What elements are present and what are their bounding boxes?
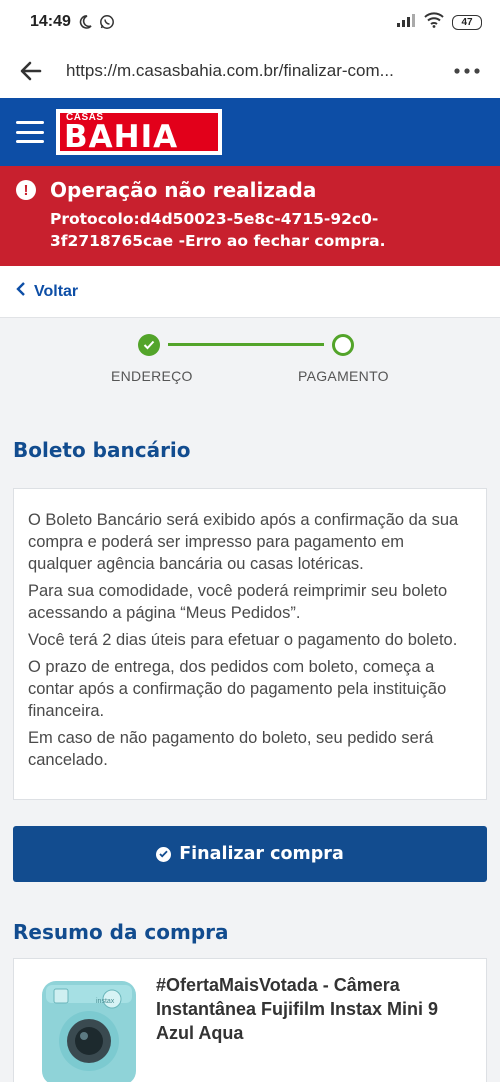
alert-icon: ! bbox=[16, 180, 36, 200]
site-header: CASAS BAHIA bbox=[0, 98, 500, 166]
product-card[interactable]: instax #OfertaMaisVotada - Câmera Instan… bbox=[13, 958, 487, 1082]
boleto-paragraph: Você terá 2 dias úteis para efetuar o pa… bbox=[28, 631, 458, 649]
status-bar: 14:49 47 bbox=[0, 0, 500, 44]
product-image: instax bbox=[32, 973, 146, 1082]
casas-bahia-logo[interactable]: CASAS BAHIA bbox=[56, 109, 222, 155]
boleto-paragraph: O prazo de entrega, dos pedidos com bole… bbox=[28, 658, 447, 720]
boleto-paragraph: Para sua comodidade, você poderá reimpri… bbox=[28, 582, 448, 622]
step-current-indicator bbox=[332, 334, 354, 356]
status-time: 14:49 bbox=[30, 13, 71, 30]
boleto-paragraph: O Boleto Bancário será exibido após a co… bbox=[28, 511, 459, 573]
svg-text:instax: instax bbox=[96, 998, 115, 1005]
error-title: Operação não realizada bbox=[50, 178, 317, 202]
moon-icon bbox=[77, 14, 93, 30]
finalizar-compra-button[interactable]: Finalizar compra bbox=[13, 826, 487, 882]
address-bar[interactable]: https://m.casasbahia.com.br/finalizar-co… bbox=[66, 61, 428, 81]
step-connector bbox=[168, 343, 324, 346]
status-right: 47 bbox=[396, 11, 482, 33]
boleto-paragraph: Em caso de não pagamento do boleto, seu … bbox=[28, 729, 434, 769]
step-done-check-icon bbox=[138, 334, 160, 356]
finalizar-compra-label: Finalizar compra bbox=[179, 844, 344, 864]
signal-icon bbox=[396, 13, 416, 32]
whatsapp-icon bbox=[99, 14, 115, 30]
status-left: 14:49 bbox=[30, 13, 115, 31]
wifi-icon bbox=[424, 11, 444, 33]
back-arrow-icon[interactable] bbox=[18, 58, 44, 84]
boleto-info-card: O Boleto Bancário será exibido após a co… bbox=[13, 488, 487, 800]
more-options-icon[interactable] bbox=[452, 58, 482, 84]
checkout-stepper: ENDEREÇO PAGAMENTO bbox=[0, 318, 500, 418]
back-link[interactable]: Voltar bbox=[0, 266, 500, 318]
check-circle-icon bbox=[156, 846, 172, 862]
summary-title: Resumo da compra bbox=[13, 920, 229, 944]
chevron-left-icon bbox=[16, 282, 26, 301]
step-label-endereco: ENDEREÇO bbox=[111, 368, 193, 384]
error-banner: ! Operação não realizada Protocolo:d4d50… bbox=[0, 166, 500, 266]
browser-bar: https://m.casasbahia.com.br/finalizar-co… bbox=[0, 44, 500, 98]
logo-bahia-text: BAHIA bbox=[64, 119, 179, 155]
product-title: #OfertaMaisVotada - Câmera Instantânea F… bbox=[156, 975, 439, 1043]
back-label: Voltar bbox=[34, 282, 79, 300]
error-message: Protocolo:d4d50023-5e8c-4715-92c0-3f2718… bbox=[50, 210, 386, 250]
battery-indicator: 47 bbox=[452, 14, 482, 30]
step-label-pagamento: PAGAMENTO bbox=[298, 368, 389, 384]
menu-icon[interactable] bbox=[16, 121, 44, 143]
boleto-title: Boleto bancário bbox=[13, 438, 191, 462]
